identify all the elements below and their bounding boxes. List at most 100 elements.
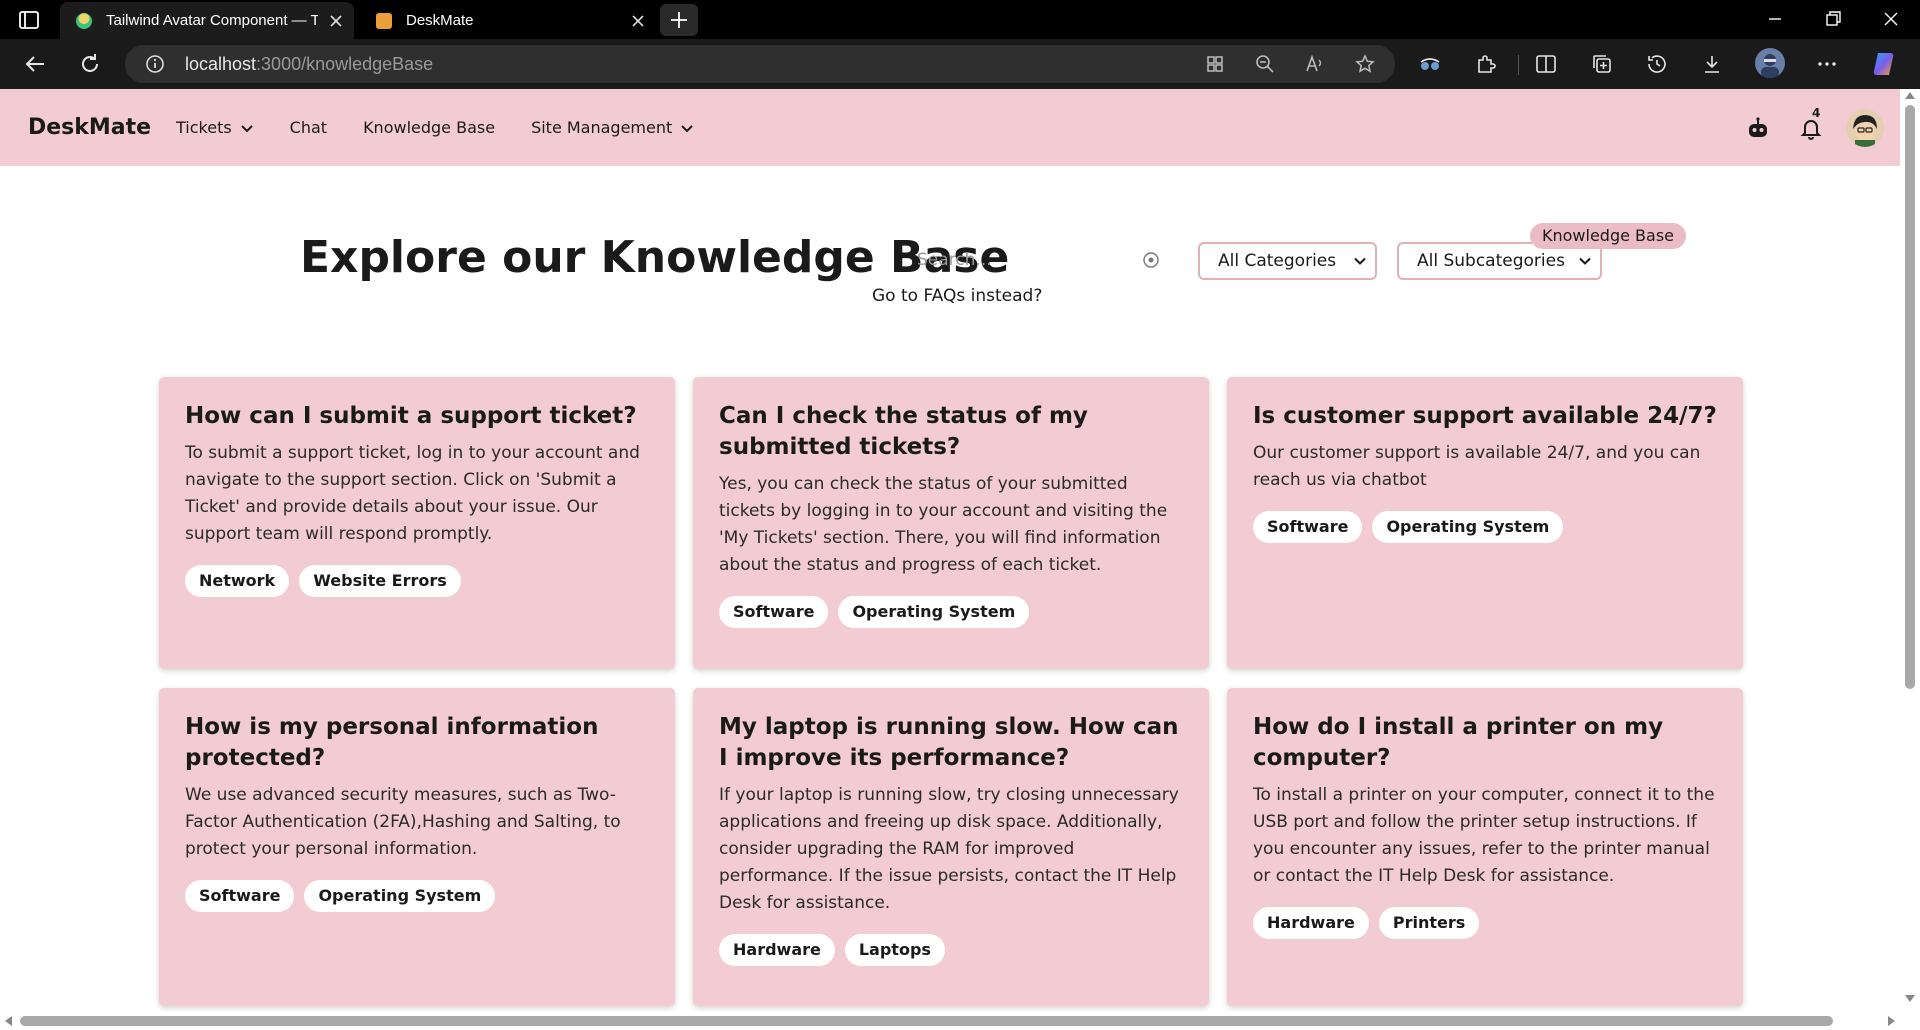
close-tab-icon[interactable] xyxy=(630,13,646,29)
extensions-puzzle-icon[interactable] xyxy=(1474,52,1498,76)
read-aloud-icon[interactable] xyxy=(1305,54,1325,74)
nav-chat[interactable]: Chat xyxy=(290,118,327,137)
browser-address-bar: localhost:3000/knowledgeBase xyxy=(0,39,1920,89)
tag-chip[interactable]: Network xyxy=(185,565,290,597)
refresh-icon[interactable] xyxy=(77,51,103,77)
card-title: How is my personal information protected… xyxy=(185,714,599,771)
card-body: To submit a support ticket, log in to yo… xyxy=(185,443,640,544)
vertical-scroll-thumb[interactable] xyxy=(1905,105,1915,689)
new-tab-icon[interactable] xyxy=(660,4,698,36)
browser-tab-active[interactable]: DeskMate xyxy=(360,2,656,39)
history-icon[interactable] xyxy=(1645,52,1669,76)
collections-icon[interactable] xyxy=(1590,52,1614,76)
back-icon[interactable] xyxy=(22,51,48,77)
card-tags: Hardware Printers xyxy=(1253,907,1717,939)
nav-label: Tickets xyxy=(176,118,232,137)
card-body: If your laptop is running slow, try clos… xyxy=(719,785,1179,913)
category-select-value: All Categories xyxy=(1218,251,1337,271)
notification-badge: 4 xyxy=(1812,106,1821,120)
split-screen-icon[interactable] xyxy=(1534,52,1558,76)
search-icon[interactable] xyxy=(1142,251,1160,269)
card-tags: Hardware Laptops xyxy=(719,934,1183,966)
chevron-down-icon xyxy=(681,124,693,132)
card-body: Our customer support is available 24/7, … xyxy=(1253,443,1701,490)
tag-chip[interactable]: Website Errors xyxy=(299,565,461,597)
card-body: To install a printer on your computer, c… xyxy=(1253,785,1715,886)
downloads-icon[interactable] xyxy=(1700,52,1724,76)
toolbar-divider xyxy=(1518,55,1519,75)
extension-glasses-icon[interactable] xyxy=(1418,52,1442,76)
tag-chip[interactable]: Laptops xyxy=(844,934,945,966)
horizontal-scroll-thumb[interactable] xyxy=(20,1016,1833,1026)
vertical-scrollbar[interactable] xyxy=(1900,89,1920,1030)
knowledge-card[interactable]: Can I check the status of my submitted t… xyxy=(693,377,1209,669)
card-title: How can I submit a support ticket? xyxy=(185,403,637,429)
tag-chip[interactable]: Hardware xyxy=(719,934,835,966)
tab-actions-icon[interactable] xyxy=(18,9,40,31)
search-input[interactable] xyxy=(905,240,1165,280)
chevron-down-icon xyxy=(1579,257,1591,265)
copilot-icon[interactable] xyxy=(1870,49,1900,79)
tag-chip[interactable]: Software xyxy=(719,596,829,628)
deskmate-favicon-icon xyxy=(376,12,392,29)
chevron-down-icon xyxy=(1354,257,1366,265)
url-bar[interactable]: localhost:3000/knowledgeBase xyxy=(125,45,1395,83)
tab-title: DeskMate xyxy=(406,12,474,29)
close-tab-icon[interactable] xyxy=(328,13,344,29)
more-options-icon[interactable] xyxy=(1815,52,1839,76)
url-path: :3000/knowledgeBase xyxy=(256,54,434,74)
nav-site-management[interactable]: Site Management xyxy=(531,118,694,137)
app-available-icon[interactable] xyxy=(1205,54,1225,74)
browser-tab[interactable]: Tailwind Avatar Component — Ta xyxy=(60,2,354,39)
page-title: Explore our Knowledge Base xyxy=(300,232,1010,283)
card-tags: Software Operating System xyxy=(185,880,649,912)
tag-chip[interactable]: Printers xyxy=(1378,907,1480,939)
favorite-star-icon[interactable] xyxy=(1355,54,1375,74)
tag-chip[interactable]: Software xyxy=(1253,511,1363,543)
close-window-icon[interactable] xyxy=(1880,8,1902,30)
restore-icon[interactable] xyxy=(1822,8,1844,30)
card-tags: Network Website Errors xyxy=(185,565,649,597)
knowledge-card[interactable]: Is customer support available 24/7? Our … xyxy=(1227,377,1743,669)
nav-tickets[interactable]: Tickets xyxy=(176,118,254,137)
card-tags: Software Operating System xyxy=(1253,511,1717,543)
nav-label: Site Management xyxy=(531,118,673,137)
card-title: How do I install a printer on my compute… xyxy=(1253,714,1664,771)
avatar[interactable] xyxy=(1846,109,1884,147)
faq-link[interactable]: Go to FAQs instead? xyxy=(872,286,1042,306)
knowledge-card[interactable]: How can I submit a support ticket? To su… xyxy=(159,377,675,669)
profile-avatar-icon[interactable] xyxy=(1755,48,1785,78)
site-info-icon[interactable] xyxy=(145,54,165,74)
url-text: localhost:3000/knowledgeBase xyxy=(185,45,433,83)
card-title: Is customer support available 24/7? xyxy=(1253,403,1717,429)
scroll-left-icon[interactable] xyxy=(5,1016,12,1026)
tag-chip[interactable]: Operating System xyxy=(838,596,1030,628)
nav-label: Knowledge Base xyxy=(363,118,496,137)
card-tags: Software Operating System xyxy=(719,596,1183,628)
tab-title: Tailwind Avatar Component — Ta xyxy=(106,12,318,29)
category-select[interactable]: All Categories xyxy=(1198,242,1377,280)
app-header: DeskMate Tickets Chat Knowledge Base Sit… xyxy=(0,89,1900,166)
scroll-down-icon[interactable] xyxy=(1905,995,1915,1002)
url-host: localhost xyxy=(185,54,257,74)
tag-chip[interactable]: Software xyxy=(185,880,295,912)
scroll-right-icon[interactable] xyxy=(1888,1016,1895,1026)
main-nav: Tickets Chat Knowledge Base Site Managem… xyxy=(176,89,730,166)
browser-tab-bar: Tailwind Avatar Component — Ta DeskMate xyxy=(0,0,1920,39)
tag-chip[interactable]: Operating System xyxy=(304,880,496,912)
tag-chip[interactable]: Operating System xyxy=(1372,511,1564,543)
brand-logo[interactable]: DeskMate xyxy=(28,89,151,166)
zoom-icon[interactable] xyxy=(1255,54,1275,74)
knowledge-card[interactable]: How is my personal information protected… xyxy=(159,688,675,1006)
card-title: My laptop is running slow. How can I imp… xyxy=(719,714,1179,771)
knowledge-card[interactable]: How do I install a printer on my compute… xyxy=(1227,688,1743,1006)
horizontal-scrollbar[interactable] xyxy=(0,1012,1900,1030)
card-body: We use advanced security measures, such … xyxy=(185,785,621,859)
scroll-up-icon[interactable] xyxy=(1905,92,1915,99)
nav-label: Chat xyxy=(289,118,328,137)
knowledge-card[interactable]: My laptop is running slow. How can I imp… xyxy=(693,688,1209,1006)
nav-knowledge-base[interactable]: Knowledge Base xyxy=(363,118,495,137)
minimize-icon[interactable] xyxy=(1764,8,1786,30)
tag-chip[interactable]: Hardware xyxy=(1253,907,1369,939)
chatbot-icon[interactable] xyxy=(1746,116,1770,140)
